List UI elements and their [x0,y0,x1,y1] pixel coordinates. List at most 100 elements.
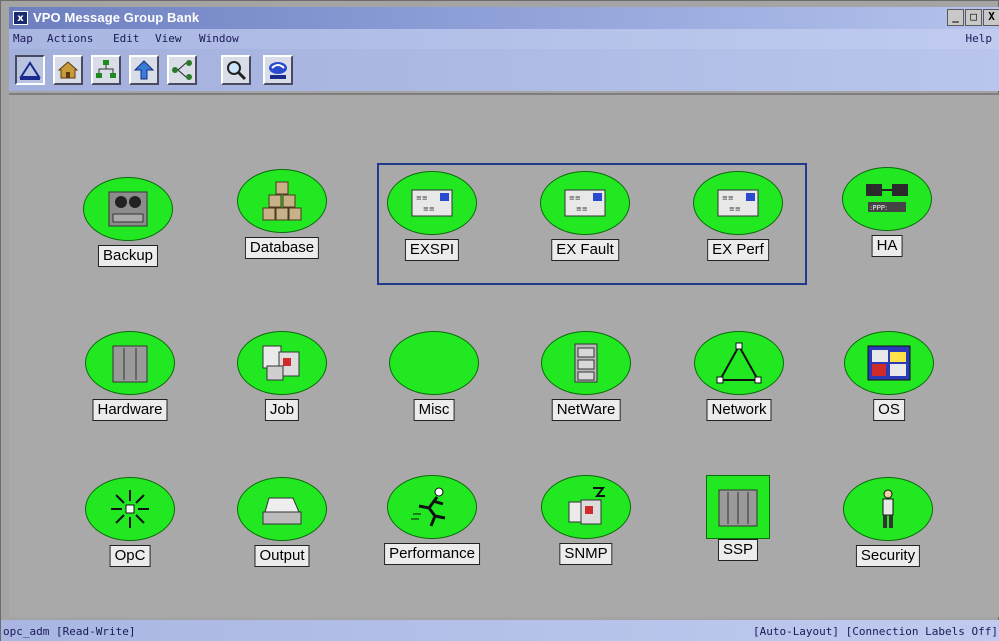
up-arrow-icon [133,60,155,80]
menu-view[interactable]: View [155,32,182,45]
node-blob [694,331,784,395]
svg-text:≡≡: ≡≡ [416,194,428,202]
hardware-icon [112,345,148,383]
node-blob: ≡≡ ≡≡ [540,171,630,235]
status-bar: opc_adm [Read-Write] [Auto-Layout] [Conn… [1,620,999,641]
svg-text:≡≡: ≡≡ [576,205,588,213]
ha-cluster-icon: :PPP: [866,184,908,212]
window-controls: _ □ X [947,9,999,26]
file-cabinet-icon [574,343,598,383]
node-blob [844,331,934,395]
ovw-button[interactable] [263,55,293,85]
node-blob [237,169,327,233]
node-label: Network [706,399,772,421]
node-ex-fault[interactable]: ≡≡ ≡≡ EX Fault [530,171,640,281]
app-icon[interactable]: x [13,11,28,25]
node-label: Database [244,237,320,259]
node-label: Output [254,545,310,567]
node-label: EXSPI [404,239,460,261]
menu-window[interactable]: Window [199,32,239,45]
home-icon [57,61,79,79]
node-blob [706,475,770,539]
close-button[interactable]: X [983,9,999,26]
node-database[interactable]: Database [227,169,337,279]
network-triangle-icon [716,342,762,384]
status-layout-info: [Auto-Layout] [Connection Labels Off] [752,625,998,638]
node-blob [83,177,173,241]
node-blob [541,331,631,395]
search-button[interactable] [221,55,251,85]
ssp-cabinet-icon [718,489,758,527]
map-view-button[interactable] [15,55,45,85]
ovw-icon [269,62,287,79]
minimize-button[interactable]: _ [947,9,964,26]
node-performance[interactable]: Performance [377,475,487,585]
node-os[interactable]: OS [834,331,944,441]
node-label: SSP [717,539,759,561]
database-icon [262,181,302,221]
exchange-icon: ≡≡ ≡≡ [564,189,606,217]
svg-text:≡≡: ≡≡ [729,205,741,213]
node-ssp[interactable]: SSP [683,471,793,581]
svg-text:≡≡: ≡≡ [423,205,435,213]
node-network[interactable]: Network [684,331,794,441]
status-user-mode: opc_adm [Read-Write] [3,625,136,638]
node-blob [387,475,477,539]
opc-burst-icon [111,490,149,528]
main-window: x VPO Message Group Bank _ □ X Map Actio… [0,0,999,641]
node-blob: :PPP: [842,167,932,231]
window-title: VPO Message Group Bank [33,10,200,25]
network-button[interactable] [167,55,197,85]
job-icon [262,345,300,381]
node-blob [237,331,327,395]
node-label: HA [871,235,903,257]
node-backup[interactable]: Backup [73,177,183,287]
node-ex-perf[interactable]: ≡≡ ≡≡ EX Perf [683,171,793,281]
node-label: Job [264,399,300,421]
title-bar[interactable]: x VPO Message Group Bank _ □ X [9,7,999,29]
node-misc[interactable]: Misc [379,331,489,441]
node-blob [237,477,327,541]
node-label: Performance [384,543,480,565]
node-output[interactable]: Output [227,477,337,587]
node-netware[interactable]: NetWare [531,331,641,441]
menu-actions[interactable]: Actions [47,32,93,45]
node-blob: ≡≡ ≡≡ [693,171,783,235]
node-exspi[interactable]: ≡≡ ≡≡ EXSPI [377,171,487,281]
node-hardware[interactable]: Hardware [75,331,185,441]
node-label: OS [873,399,905,421]
node-opc[interactable]: OpC [75,477,185,587]
restore-button[interactable]: □ [965,9,982,26]
menu-bar: Map Actions Edit View Window Help [9,29,999,49]
snmp-icon [568,487,605,525]
node-job[interactable]: Job [227,331,337,441]
tree-icon [96,60,116,78]
up-button[interactable] [129,55,159,85]
node-label: EX Perf [707,239,769,261]
node-security[interactable]: Security [833,477,943,587]
node-ha[interactable]: :PPP: HA [832,167,942,277]
node-snmp[interactable]: SNMP [531,475,641,585]
svg-text:≡≡: ≡≡ [569,194,581,202]
menu-help[interactable]: Help [966,32,993,45]
node-label: Hardware [92,399,168,421]
guard-icon [882,489,894,528]
exchange-icon: ≡≡ ≡≡ [717,189,759,217]
svg-text::PPP:: :PPP: [870,204,887,212]
node-blob [389,331,479,395]
tree-button[interactable] [91,55,121,85]
menu-map[interactable]: Map [13,32,33,45]
node-label: OpC [109,545,151,567]
node-label: EX Fault [551,239,619,261]
menu-edit[interactable]: Edit [113,32,140,45]
network-icon [172,60,192,80]
map-view-icon [19,61,41,80]
runner-icon [411,487,446,527]
node-blob: ≡≡ ≡≡ [387,171,477,235]
node-blob [541,475,631,539]
printer-icon [262,497,302,525]
node-label: NetWare [551,399,621,421]
magnifier-icon [227,61,247,81]
home-button[interactable] [53,55,83,85]
node-label: Backup [97,245,159,267]
